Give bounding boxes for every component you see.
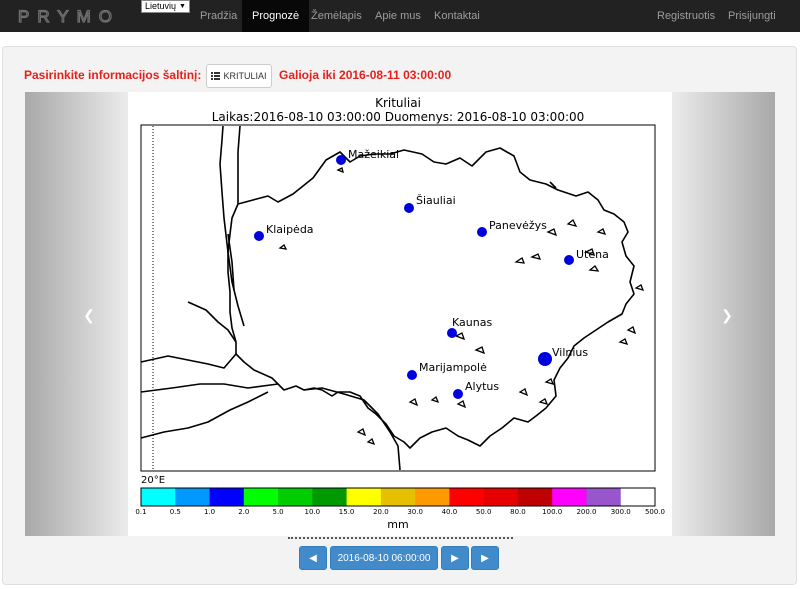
play-icon: ▶ <box>481 552 489 564</box>
next-time-button[interactable]: ▶ <box>441 546 469 570</box>
valid-until-text: Galioja iki 2016-08-11 03:00:00 <box>279 68 452 82</box>
map-frame <box>140 124 656 472</box>
city-label-klaipeda: Klaipėda <box>266 223 314 236</box>
chevron-down-icon: ▼ <box>179 3 186 10</box>
colorbar-swatch <box>620 488 656 506</box>
chevron-right-icon: ❯ <box>721 307 733 323</box>
language-select-value: Lietuvių <box>145 1 177 11</box>
source-button-krituliai[interactable]: KRITULIAI <box>206 64 272 88</box>
list-icon <box>211 72 221 80</box>
colorbar-swatch <box>449 488 484 506</box>
colorbar-tick-label: 300.0 <box>611 508 631 516</box>
colorbar-swatch <box>141 488 176 506</box>
colorbar-swatch <box>278 488 313 506</box>
colorbar-tick-label: 15.0 <box>339 508 355 516</box>
city-label-siauliai: Šiauliai <box>416 194 456 207</box>
colorbar-tick-label: 2.0 <box>238 508 249 516</box>
colorbar-swatch <box>483 488 519 506</box>
nav-item-registruotis[interactable]: Registruotis <box>647 0 725 32</box>
colorbar-swatch <box>346 488 382 506</box>
nav-item-prisijungti[interactable]: Prisijungti <box>718 0 786 32</box>
colorbar-swatch <box>415 488 450 506</box>
play-button[interactable]: ▶ <box>471 546 499 570</box>
colorbar: 0.1 0.5 1.0 2.0 5.0 10.0 15.0 20.0 30.0 40.0 50.0 8… <box>135 487 665 516</box>
nav-item-pradzia[interactable]: Pradžia <box>190 0 247 32</box>
carousel-next-control[interactable]: ❯ <box>672 92 775 536</box>
colorbar-tick-label: 40.0 <box>442 508 458 516</box>
timeline-slider[interactable] <box>288 537 513 540</box>
colorbar-tick-label: 80.0 <box>510 508 526 516</box>
colorbar-swatch <box>243 488 279 506</box>
nav-item-kontaktai[interactable]: Kontaktai <box>424 0 490 32</box>
map-subtitle: Laikas:2016-08-10 03:00:00 Duomenys: 201… <box>212 110 585 124</box>
colorbar-tick-label: 200.0 <box>576 508 596 516</box>
city-label-alytus: Alytus <box>465 380 499 393</box>
carousel-prev-control[interactable]: ❮ <box>25 92 128 536</box>
colorbar-tick-label: 0.5 <box>170 508 181 516</box>
colorbar-tick-label: 1.0 <box>204 508 215 516</box>
colorbar-tick-label: 0.1 <box>135 508 146 516</box>
map-title: Krituliai <box>375 96 421 110</box>
colorbar-tick-label: 30.0 <box>407 508 423 516</box>
colorbar-tick-label: 100.0 <box>542 508 562 516</box>
nav-item-apie-mus[interactable]: Apie mus <box>365 0 431 32</box>
city-label-kaunas: Kaunas <box>452 316 492 329</box>
colorbar-tick-label: 5.0 <box>272 508 283 516</box>
meridian-label: 20°E <box>141 475 165 486</box>
forecast-carousel: ❮ ❯ Krituliai Laikas:2016-08-10 03:00:00… <box>25 92 775 536</box>
colorbar-tick-label: 500.0 <box>645 508 665 516</box>
prev-time-button[interactable]: ◀ <box>299 546 327 570</box>
colorbar-swatch <box>175 488 210 506</box>
colorbar-swatch <box>517 488 553 506</box>
colorbar-swatch <box>586 488 622 506</box>
colorbar-swatch <box>552 488 587 506</box>
city-label-marijampole: Marijampolė <box>419 361 487 374</box>
city-label-mazeikiai: Mažeikiai <box>348 148 399 161</box>
city-label-vilnius: Vilnius <box>552 346 588 359</box>
colorbar-unit: mm <box>387 518 408 531</box>
precipitation-map: Krituliai Laikas:2016-08-10 03:00:00 Duo… <box>135 96 665 531</box>
navbar: PRYMO Lietuvių ▼ Pradžia Prognozė Žemėla… <box>0 0 800 32</box>
current-time-button[interactable]: 2016-08-10 06:00:00 <box>330 546 438 570</box>
source-select-label: Pasirinkite informacijos šaltinį: <box>24 68 202 82</box>
nav-item-prognoze[interactable]: Prognozė <box>242 0 310 32</box>
language-select[interactable]: Lietuvių ▼ <box>141 0 190 13</box>
chevron-left-icon: ◀ <box>309 552 317 564</box>
logo[interactable]: PRYMO <box>18 7 132 25</box>
nav-item-zemelapis[interactable]: Žemėlapis <box>301 0 372 32</box>
city-label-panevezys: Panevėžys <box>489 219 547 232</box>
source-button-label: KRITULIAI <box>223 71 267 81</box>
colorbar-swatch <box>312 488 347 506</box>
chevron-right-icon: ▶ <box>451 552 459 564</box>
colorbar-swatch <box>209 488 245 506</box>
colorbar-swatch <box>380 488 416 506</box>
logo-text: PRYMO <box>18 7 120 25</box>
colorbar-tick-label: 20.0 <box>373 508 389 516</box>
current-time-label: 2016-08-10 06:00:00 <box>337 552 431 564</box>
chevron-left-icon: ❮ <box>83 307 95 323</box>
colorbar-tick-label: 50.0 <box>476 508 492 516</box>
city-label-utena: Utena <box>576 248 609 261</box>
colorbar-tick-label: 10.0 <box>305 508 321 516</box>
